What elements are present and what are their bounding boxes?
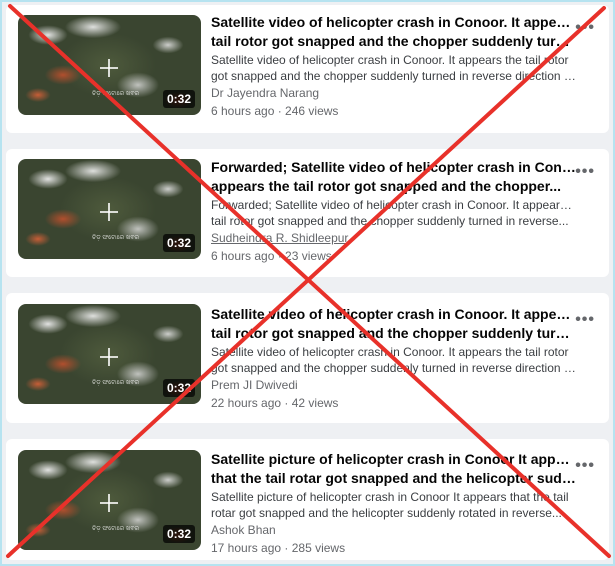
video-thumbnail[interactable]: ଚିଡ଼ ଫଟୋରେ ଖବର 0:32: [18, 159, 201, 259]
thumbnail-watermark: ଚିଡ଼ ଫଟୋରେ ଖବର: [92, 380, 140, 386]
video-meta: 6 hours ago · 23 views: [211, 249, 332, 263]
video-description-line: tail rotor got snapped and the chopper s…: [211, 214, 569, 228]
video-title-line[interactable]: Satellite picture of helicopter crash in…: [211, 450, 576, 469]
thumbnail-watermark: ଚିଡ଼ ଫଟୋରେ ଖବର: [92, 91, 140, 97]
video-title-line[interactable]: Satellite video of helicopter crash in C…: [211, 305, 576, 324]
video-result-card[interactable]: ଚିଡ଼ ଫଟୋରେ ଖବର 0:32 Forwarded; Satellite…: [6, 149, 609, 277]
video-thumbnail[interactable]: ଚିଡ଼ ଫଟୋରେ ଖବର 0:32: [18, 304, 201, 404]
video-result-card[interactable]: ଚିଡ଼ ଫଟୋରେ ଖବର 0:32 Satellite video of h…: [6, 293, 609, 423]
video-meta: 22 hours ago · 42 views: [211, 396, 339, 410]
video-title-line[interactable]: tail rotor got snapped and the chopper s…: [211, 32, 576, 51]
video-title[interactable]: Satellite video of helicopter crash in C…: [211, 13, 576, 51]
video-description-line: got snapped and the chopper suddenly tur…: [211, 69, 576, 83]
video-title-line[interactable]: that the tail rotar got snapped and the …: [211, 469, 576, 488]
video-title-line[interactable]: tail rotor got snapped and the chopper s…: [211, 324, 576, 343]
video-meta: 17 hours ago · 285 views: [211, 541, 346, 555]
video-result-card[interactable]: ଚିଡ଼ ଫଟୋରେ ଖବର 0:32 Satellite picture of…: [6, 439, 609, 560]
video-description: Satellite video of helicopter crash in C…: [211, 52, 576, 84]
video-duration: 0:32: [162, 525, 195, 543]
more-options-icon[interactable]: •••: [575, 458, 595, 474]
video-description: Satellite video of helicopter crash in C…: [211, 344, 576, 376]
results-frame: ଚିଡ଼ ଫଟୋରେ ଖବର 0:32 Satellite video of h…: [0, 0, 615, 566]
video-title[interactable]: Satellite picture of helicopter crash in…: [211, 450, 576, 488]
video-author[interactable]: Ashok Bhan: [211, 522, 576, 538]
video-meta: 6 hours ago · 246 views: [211, 104, 339, 118]
more-options-icon[interactable]: •••: [575, 20, 595, 36]
video-description-line: Satellite video of helicopter crash in C…: [211, 345, 569, 359]
video-duration: 0:32: [162, 234, 195, 252]
video-description-line: got snapped and the chopper suddenly tur…: [211, 361, 576, 375]
thumbnail-watermark: ଚିଡ଼ ଫଟୋରେ ଖବର: [92, 526, 140, 532]
video-author[interactable]: Sudheindra R. Shidleepur: [211, 230, 576, 246]
video-result-card[interactable]: ଚିଡ଼ ଫଟୋରେ ଖବର 0:32 Satellite video of h…: [6, 5, 609, 133]
video-description: Forwarded; Satellite video of helicopter…: [211, 197, 576, 229]
video-description-line: Forwarded; Satellite video of helicopter…: [211, 198, 576, 212]
video-author[interactable]: Prem JI Dwivedi: [211, 377, 576, 393]
video-description-line: rotar got snapped and the helicopter sud…: [211, 506, 562, 520]
video-title-line[interactable]: Forwarded; Satellite video of helicopter…: [211, 158, 576, 177]
more-options-icon[interactable]: •••: [575, 312, 595, 328]
video-title[interactable]: Forwarded; Satellite video of helicopter…: [211, 158, 576, 196]
thumbnail-watermark: ଚିଡ଼ ଫଟୋରେ ଖବର: [92, 235, 140, 241]
more-options-icon[interactable]: •••: [575, 164, 595, 180]
video-title-line[interactable]: Satellite video of helicopter crash in C…: [211, 13, 576, 32]
video-thumbnail[interactable]: ଚିଡ଼ ଫଟୋରେ ଖବର 0:32: [18, 15, 201, 115]
video-title[interactable]: Satellite video of helicopter crash in C…: [211, 305, 576, 343]
video-author[interactable]: Dr Jayendra Narang: [211, 85, 576, 101]
video-description-line: Satellite picture of helicopter crash in…: [211, 490, 569, 504]
video-description: Satellite picture of helicopter crash in…: [211, 489, 576, 521]
video-duration: 0:32: [162, 90, 195, 108]
video-description-line: Satellite video of helicopter crash in C…: [211, 53, 569, 67]
video-thumbnail[interactable]: ଚିଡ଼ ଫଟୋରେ ଖବର 0:32: [18, 450, 201, 550]
video-duration: 0:32: [162, 379, 195, 397]
video-title-line[interactable]: appears the tail rotor got snapped and t…: [211, 177, 576, 196]
